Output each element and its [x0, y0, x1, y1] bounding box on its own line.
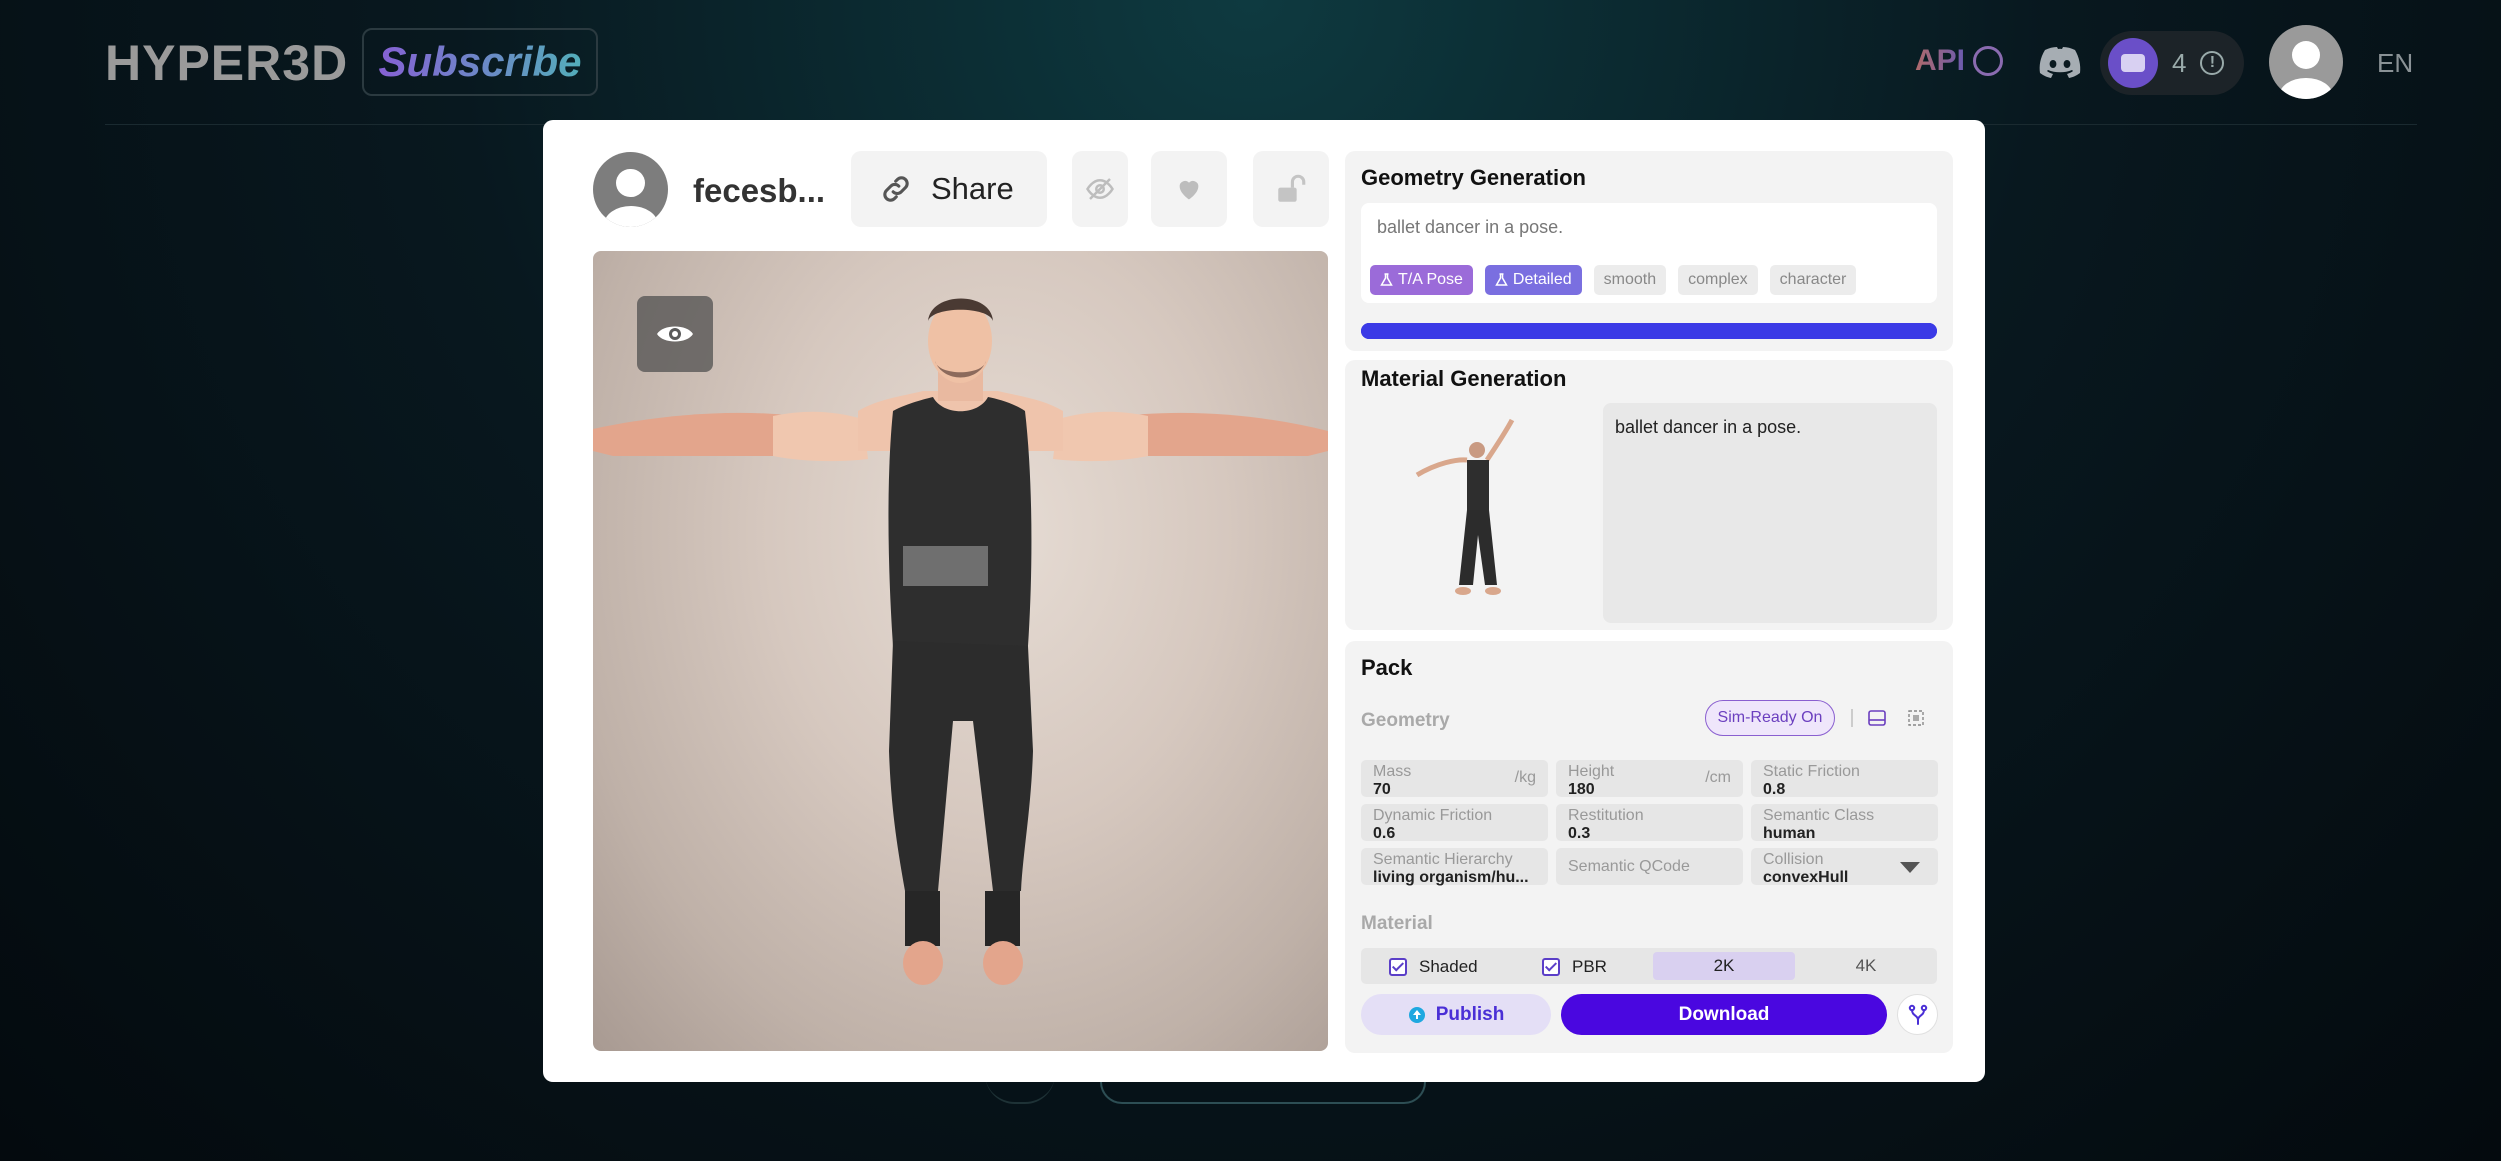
publish-icon: [1408, 1006, 1425, 1023]
info-icon[interactable]: !: [2200, 51, 2225, 75]
field-value: living organism/hu...: [1373, 869, 1529, 886]
field-label: Static Friction: [1763, 763, 1860, 780]
semantic-qcode-field[interactable]: Semantic QCode: [1556, 848, 1743, 885]
heart-icon: [1179, 180, 1199, 200]
flask-icon: [1380, 273, 1393, 286]
link-icon: [883, 176, 909, 202]
field-value: human: [1763, 825, 1816, 842]
progress-fill: [1361, 323, 1937, 339]
toggle-view-button[interactable]: [637, 296, 713, 372]
eye-icon: [657, 326, 693, 342]
field-label: Semantic Hierarchy: [1373, 851, 1513, 868]
credits-count: 4: [2172, 47, 2187, 78]
user-avatar[interactable]: [2269, 25, 2343, 99]
resolution-4k-option[interactable]: 4K: [1795, 952, 1937, 980]
share-label: Share: [931, 171, 1014, 206]
discord-icon[interactable]: [2038, 46, 2082, 80]
cube-icon[interactable]: [1866, 707, 1888, 729]
tag-character[interactable]: character: [1769, 265, 1857, 295]
material-generation-panel: Material Generation ballet dancer in a p…: [1345, 360, 1953, 630]
checkbox-label: PBR: [1572, 957, 1607, 976]
fork-icon: [1908, 1004, 1927, 1025]
tag-list: T/A Pose Detailed smooth complex charact…: [1370, 265, 1857, 295]
sim-ready-toggle[interactable]: Sim-Ready On: [1705, 700, 1835, 736]
static-friction-field[interactable]: Static Friction 0.8: [1751, 760, 1938, 798]
checkbox-label: Shaded: [1419, 957, 1478, 976]
generation-progress-bar: [1361, 323, 1937, 339]
checkbox-checked-icon: [1389, 958, 1407, 976]
author-name[interactable]: fecesb...: [693, 172, 838, 210]
geometry-generation-title: Geometry Generation: [1361, 165, 1586, 190]
material-section-label: Material: [1361, 913, 1433, 934]
field-unit: /kg: [1514, 769, 1536, 786]
field-value: 0.6: [1373, 825, 1396, 842]
field-unit: /cm: [1705, 769, 1731, 786]
wallet-icon: [2108, 38, 2158, 88]
material-reference-thumbnail[interactable]: [1397, 415, 1557, 605]
material-generation-title: Material Generation: [1361, 366, 1567, 391]
field-value: 0.8: [1763, 781, 1786, 798]
publish-label: Publish: [1435, 1003, 1505, 1025]
tag-smooth[interactable]: smooth: [1593, 265, 1667, 295]
pack-title: Pack: [1361, 655, 1413, 680]
shaded-checkbox[interactable]: Shaded: [1389, 957, 1478, 977]
language-switcher[interactable]: EN: [2377, 48, 2413, 79]
bbox-icon[interactable]: [1905, 707, 1927, 729]
restitution-field[interactable]: Restitution 0.3: [1556, 804, 1743, 842]
material-prompt-box[interactable]: ballet dancer in a pose.: [1603, 403, 1937, 623]
field-placeholder: Semantic QCode: [1568, 858, 1690, 875]
eye-off-icon: [1086, 178, 1114, 200]
field-label: Semantic Class: [1763, 807, 1875, 824]
api-link[interactable]: API: [1915, 44, 2004, 78]
checkbox-checked-icon: [1542, 958, 1560, 976]
unreal-engine-icon: [1973, 46, 2004, 76]
subscribe-button[interactable]: Subscribe: [362, 28, 598, 96]
resolution-2k-option[interactable]: 2K: [1653, 952, 1795, 980]
top-nav: HYPER3D Subscribe API 4 ! EN: [0, 0, 2501, 125]
model-detail-modal: fecesb... Share Geometry Generation ball…: [543, 120, 1985, 1082]
unlock-icon: [1278, 174, 1306, 202]
publish-button[interactable]: Publish: [1361, 994, 1551, 1035]
visibility-lock-button[interactable]: [1253, 151, 1329, 227]
pack-panel: Pack Geometry Sim-Ready On Mass 70 /kg H…: [1345, 641, 1953, 1053]
geometry-section-label: Geometry: [1361, 710, 1450, 731]
download-button[interactable]: Download: [1561, 994, 1887, 1035]
collision-select[interactable]: Collision convexHull: [1751, 848, 1938, 886]
material-options-row: Shaded PBR 2K 4K: [1361, 948, 1937, 984]
logo[interactable]: HYPER3D: [105, 34, 348, 92]
mass-field[interactable]: Mass 70 /kg: [1361, 760, 1548, 798]
geometry-prompt-text: ballet dancer in a pose.: [1377, 217, 1564, 237]
model-viewer[interactable]: [593, 251, 1328, 1051]
credits-pill[interactable]: 4 !: [2100, 31, 2244, 95]
divider: [1851, 709, 1853, 727]
chevron-down-icon: [1900, 862, 1920, 873]
field-label: Restitution: [1568, 807, 1644, 824]
tag-label: Detailed: [1512, 271, 1572, 288]
dynamic-friction-field[interactable]: Dynamic Friction 0.6: [1361, 804, 1548, 842]
tag-complex[interactable]: complex: [1678, 265, 1758, 295]
field-label: Dynamic Friction: [1373, 807, 1493, 824]
flask-icon: [1495, 273, 1508, 286]
semantic-hierarchy-field[interactable]: Semantic Hierarchy living organism/hu...: [1361, 848, 1548, 886]
geometry-prompt-box: ballet dancer in a pose. T/A Pose Detail…: [1361, 203, 1937, 303]
material-prompt-text: ballet dancer in a pose.: [1615, 417, 1802, 437]
hide-button[interactable]: [1072, 151, 1128, 227]
field-value: 0.3: [1568, 825, 1591, 842]
height-field[interactable]: Height 180 /cm: [1556, 760, 1743, 798]
like-button[interactable]: [1151, 151, 1227, 227]
geometry-generation-panel: Geometry Generation ballet dancer in a p…: [1345, 151, 1953, 351]
fork-button[interactable]: [1897, 994, 1938, 1035]
share-button[interactable]: Share: [851, 151, 1047, 227]
semantic-class-field[interactable]: Semantic Class human: [1751, 804, 1938, 842]
field-value: 70: [1373, 781, 1391, 798]
tag-detailed[interactable]: Detailed: [1484, 265, 1582, 295]
tag-label: T/A Pose: [1398, 271, 1463, 288]
api-label: API: [1915, 44, 1966, 77]
pbr-checkbox[interactable]: PBR: [1542, 957, 1607, 977]
author-avatar[interactable]: [593, 152, 668, 227]
field-label: Mass: [1373, 763, 1412, 780]
tag-ta-pose[interactable]: T/A Pose: [1370, 265, 1473, 295]
